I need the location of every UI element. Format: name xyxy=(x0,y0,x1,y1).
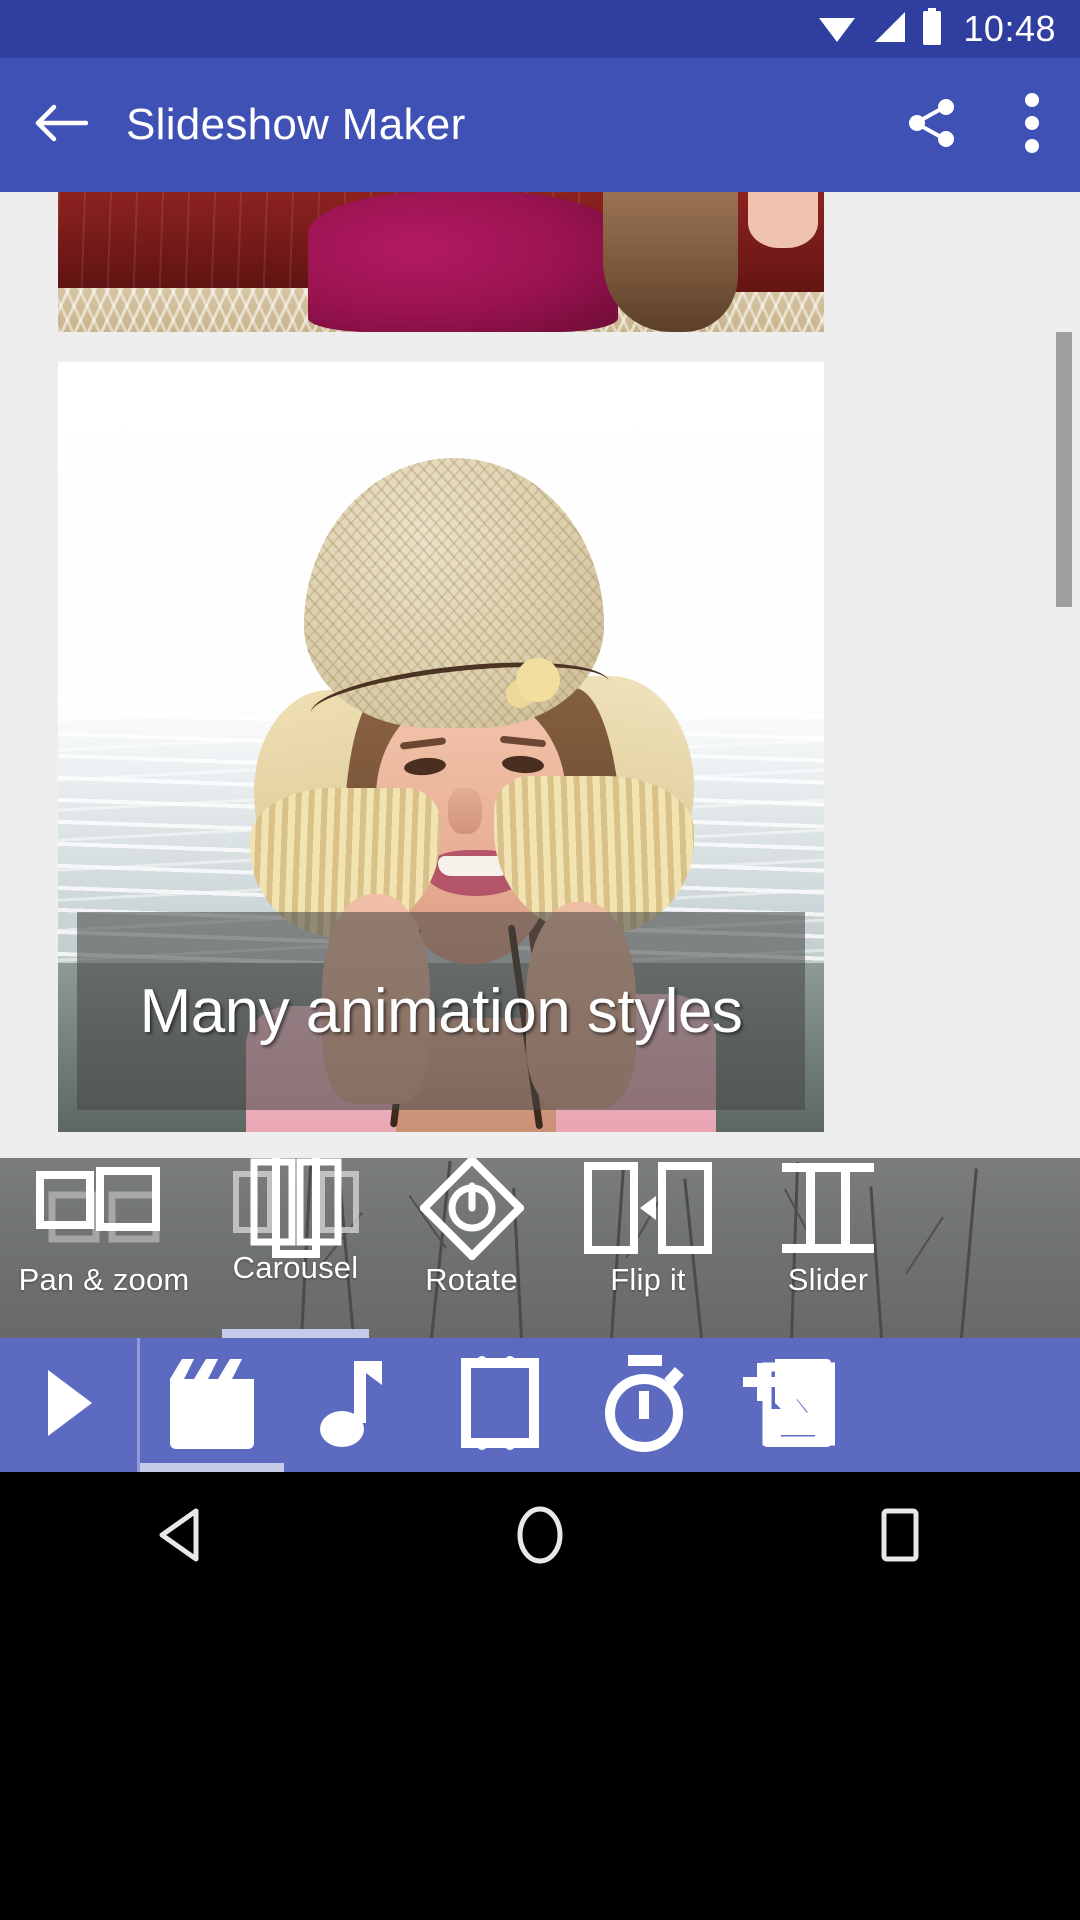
back-button[interactable] xyxy=(0,99,120,152)
toolbar-selection-indicator xyxy=(140,1463,284,1472)
animation-style-rotate[interactable]: Rotate xyxy=(383,1158,560,1338)
app-screen: 10:48 Slideshow Maker xyxy=(0,0,1080,1920)
slide-photo-previous xyxy=(58,192,824,332)
add-photo-tab[interactable] xyxy=(716,1338,860,1472)
bottom-toolbar xyxy=(0,1338,1080,1472)
animation-style-flip-it[interactable]: Flip it xyxy=(560,1158,736,1338)
animation-style-carousel[interactable]: Carousel xyxy=(208,1158,383,1338)
animation-style-pan-zoom[interactable]: Pan & zoom xyxy=(0,1158,208,1338)
animation-style-label: Slider xyxy=(788,1262,868,1298)
share-button[interactable] xyxy=(880,95,984,156)
animation-style-label: Pan & zoom xyxy=(19,1262,190,1298)
android-nav-bar xyxy=(0,1472,1080,1920)
slide-item-current[interactable]: Many animation styles xyxy=(58,362,824,1132)
play-button[interactable] xyxy=(0,1338,140,1472)
animation-style-label: Rotate xyxy=(425,1262,518,1298)
animation-selection-indicator xyxy=(222,1329,369,1338)
app-bar: Slideshow Maker xyxy=(0,58,1080,192)
animation-style-label: Flip it xyxy=(610,1262,685,1298)
animation-style-strip[interactable]: Pan & zoom Carousel xyxy=(0,1158,1080,1338)
battery-icon xyxy=(921,8,943,51)
recents-nav-button[interactable] xyxy=(810,1472,990,1602)
overflow-menu-button[interactable] xyxy=(984,92,1080,159)
wifi-icon xyxy=(817,10,857,49)
more-vertical-icon xyxy=(1024,92,1040,159)
triangle-back-icon xyxy=(154,1507,206,1568)
frame-icon xyxy=(458,1355,542,1456)
back-arrow-icon xyxy=(32,99,88,152)
animation-style-label: Carousel xyxy=(233,1250,359,1286)
slide-caption-overlay[interactable]: Many animation styles xyxy=(77,912,805,1110)
circle-home-icon xyxy=(514,1505,566,1570)
pan-zoom-icon xyxy=(36,1165,172,1256)
duration-tab[interactable] xyxy=(572,1338,716,1472)
flip-icon xyxy=(584,1160,712,1261)
stopwatch-icon xyxy=(596,1353,692,1458)
back-nav-button[interactable] xyxy=(90,1472,270,1602)
music-note-icon xyxy=(320,1357,392,1454)
status-bar: 10:48 xyxy=(0,0,1080,58)
cellular-signal-icon xyxy=(871,10,907,49)
slide-list[interactable]: Many animation styles xyxy=(0,192,1080,1158)
carousel-icon xyxy=(232,1158,360,1263)
status-time: 10:48 xyxy=(963,11,1056,47)
add-photo-icon xyxy=(741,1355,835,1456)
slider-icon xyxy=(780,1161,876,1260)
share-icon xyxy=(904,95,960,156)
music-tab[interactable] xyxy=(284,1338,428,1472)
animation-style-slider[interactable]: Slider xyxy=(736,1158,920,1338)
home-nav-button[interactable] xyxy=(450,1472,630,1602)
slide-caption-text: Many animation styles xyxy=(140,976,743,1047)
frame-tab[interactable] xyxy=(428,1338,572,1472)
page-title: Slideshow Maker xyxy=(126,100,880,150)
slide-item-previous[interactable] xyxy=(58,192,824,332)
play-icon xyxy=(42,1368,96,1443)
animation-tab[interactable] xyxy=(140,1338,284,1472)
scrollbar-thumb[interactable] xyxy=(1056,332,1072,607)
clapperboard-icon xyxy=(164,1357,260,1454)
square-recents-icon xyxy=(876,1507,924,1568)
rotate-icon xyxy=(420,1158,524,1265)
